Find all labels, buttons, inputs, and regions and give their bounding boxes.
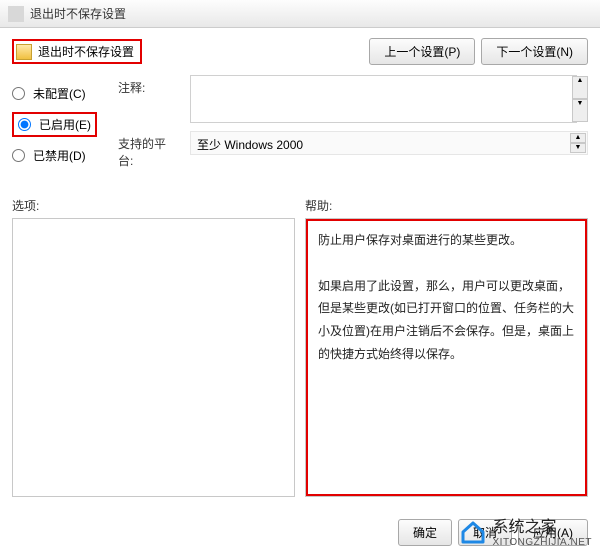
platform-label: 支持的平台: — [118, 131, 178, 169]
comment-row: 注释: ▲ ▼ — [118, 75, 588, 123]
radio-enabled-input[interactable] — [18, 118, 31, 131]
window-icon — [8, 6, 24, 22]
config-row: 未配置(C) 已启用(E) 已禁用(D) 注释: ▲ — [12, 75, 588, 177]
top-row: 退出时不保存设置 上一个设置(P) 下一个设置(N) — [12, 38, 588, 65]
setting-icon — [16, 44, 32, 60]
dialog-body: 退出时不保存设置 上一个设置(P) 下一个设置(N) 未配置(C) 已启用(E) — [0, 28, 600, 552]
radio-not-configured-input[interactable] — [12, 87, 25, 100]
help-box-outer: 防止用户保存对桌面进行的某些更改。 如果启用了此设置，那么，用户可以更改桌面，但… — [305, 218, 588, 497]
platform-spin-down[interactable]: ▼ — [570, 143, 586, 153]
options-label: 选项: — [12, 197, 295, 214]
radio-enabled-wrap: 已启用(E) — [12, 112, 102, 137]
help-box: 防止用户保存对桌面进行的某些更改。 如果启用了此设置，那么，用户可以更改桌面，但… — [306, 219, 587, 496]
platform-spin-up[interactable]: ▲ — [570, 133, 586, 143]
ok-button[interactable]: 确定 — [398, 519, 452, 546]
panels-row: 选项: 帮助: 防止用户保存对桌面进行的某些更改。 如果启用了此设置，那么，用户… — [12, 197, 588, 497]
setting-name-box: 退出时不保存设置 — [12, 39, 142, 64]
comment-spin-down[interactable]: ▼ — [572, 99, 588, 122]
help-paragraph-2: 如果启用了此设置，那么，用户可以更改桌面，但是某些更改(如已打开窗口的位置、任务… — [318, 275, 575, 366]
radio-enabled[interactable]: 已启用(E) — [18, 116, 91, 133]
radio-not-configured[interactable]: 未配置(C) — [12, 85, 102, 102]
window-titlebar: 退出时不保存设置 — [0, 0, 600, 28]
watermark-text: 系统之家 XITONGZHIJIA.NET — [493, 513, 593, 548]
platform-row: 支持的平台: 至少 Windows 2000 ▲ ▼ — [118, 131, 588, 169]
watermark: 系统之家 XITONGZHIJIA.NET — [459, 513, 593, 548]
watermark-logo-icon — [459, 518, 487, 544]
radio-disabled-input[interactable] — [12, 149, 25, 162]
help-column: 帮助: 防止用户保存对桌面进行的某些更改。 如果启用了此设置，那么，用户可以更改… — [305, 197, 588, 497]
options-column: 选项: — [12, 197, 295, 497]
comment-label: 注释: — [118, 75, 178, 96]
comment-spin-up[interactable]: ▲ — [572, 76, 588, 99]
options-box — [12, 218, 295, 497]
window-title: 退出时不保存设置 — [30, 5, 126, 22]
right-column: 注释: ▲ ▼ 支持的平台: 至少 Windows 2000 ▲ ▼ — [118, 75, 588, 177]
help-label: 帮助: — [305, 197, 588, 214]
next-setting-button[interactable]: 下一个设置(N) — [481, 38, 588, 65]
radio-group: 未配置(C) 已启用(E) 已禁用(D) — [12, 75, 102, 177]
help-paragraph-1: 防止用户保存对桌面进行的某些更改。 — [318, 229, 575, 252]
comment-input[interactable] — [190, 75, 577, 123]
nav-buttons: 上一个设置(P) 下一个设置(N) — [369, 38, 588, 65]
prev-setting-button[interactable]: 上一个设置(P) — [369, 38, 475, 65]
platform-value: 至少 Windows 2000 ▲ ▼ — [190, 131, 588, 155]
setting-name: 退出时不保存设置 — [38, 43, 134, 60]
radio-disabled[interactable]: 已禁用(D) — [12, 147, 102, 164]
